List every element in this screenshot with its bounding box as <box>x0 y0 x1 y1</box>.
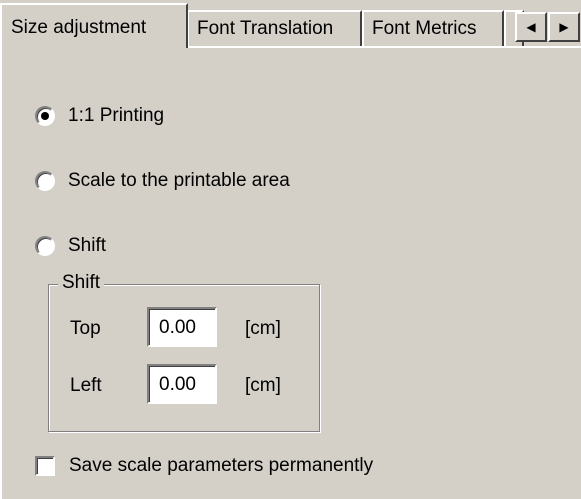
radio-label: Shift <box>68 235 107 256</box>
shift-group-title: Shift <box>58 272 105 294</box>
tab-font-metrics[interactable]: Font Metrics <box>362 10 504 46</box>
checkbox-label: Save scale parameters permanently <box>69 455 374 476</box>
left-label: Left <box>70 375 102 396</box>
tab-scroll-buttons: ◀ ▶ <box>515 12 580 42</box>
left-offset-input[interactable] <box>147 364 217 404</box>
top-offset-input[interactable] <box>147 307 217 347</box>
radio-label: Scale to the printable area <box>68 170 290 191</box>
arrow-left-icon: ◀ <box>526 20 536 34</box>
radio-button-checked[interactable] <box>35 106 55 126</box>
save-scale-parameters-checkbox-row[interactable]: Save scale parameters permanently <box>35 455 373 477</box>
tab-label: Font Translation <box>197 18 334 39</box>
arrow-right-icon: ▶ <box>559 20 569 34</box>
tab-label: Font Metrics <box>372 18 477 39</box>
radio-label: 1:1 Printing <box>68 105 165 126</box>
radio-button[interactable] <box>35 236 55 256</box>
radio-one-to-one-printing[interactable]: 1:1 Printing <box>35 105 164 127</box>
radio-scale-to-printable-area[interactable]: Scale to the printable area <box>35 170 290 192</box>
tab-font-translation[interactable]: Font Translation <box>187 10 362 46</box>
save-scale-parameters-checkbox[interactable] <box>35 456 55 476</box>
radio-shift[interactable]: Shift <box>35 235 106 257</box>
tab-label: Size adjustment <box>11 17 147 38</box>
radio-button[interactable] <box>35 171 55 191</box>
tab-scroll-right-button[interactable]: ▶ <box>548 12 580 42</box>
left-unit-label: [cm] <box>245 375 281 396</box>
tab-strip: Font Translation Font Metrics Size adjus… <box>0 0 581 48</box>
tab-size-adjustment[interactable]: Size adjustment <box>0 3 188 48</box>
top-unit-label: [cm] <box>245 318 281 339</box>
top-label: Top <box>70 318 101 339</box>
tab-scroll-left-button[interactable]: ◀ <box>515 12 547 42</box>
